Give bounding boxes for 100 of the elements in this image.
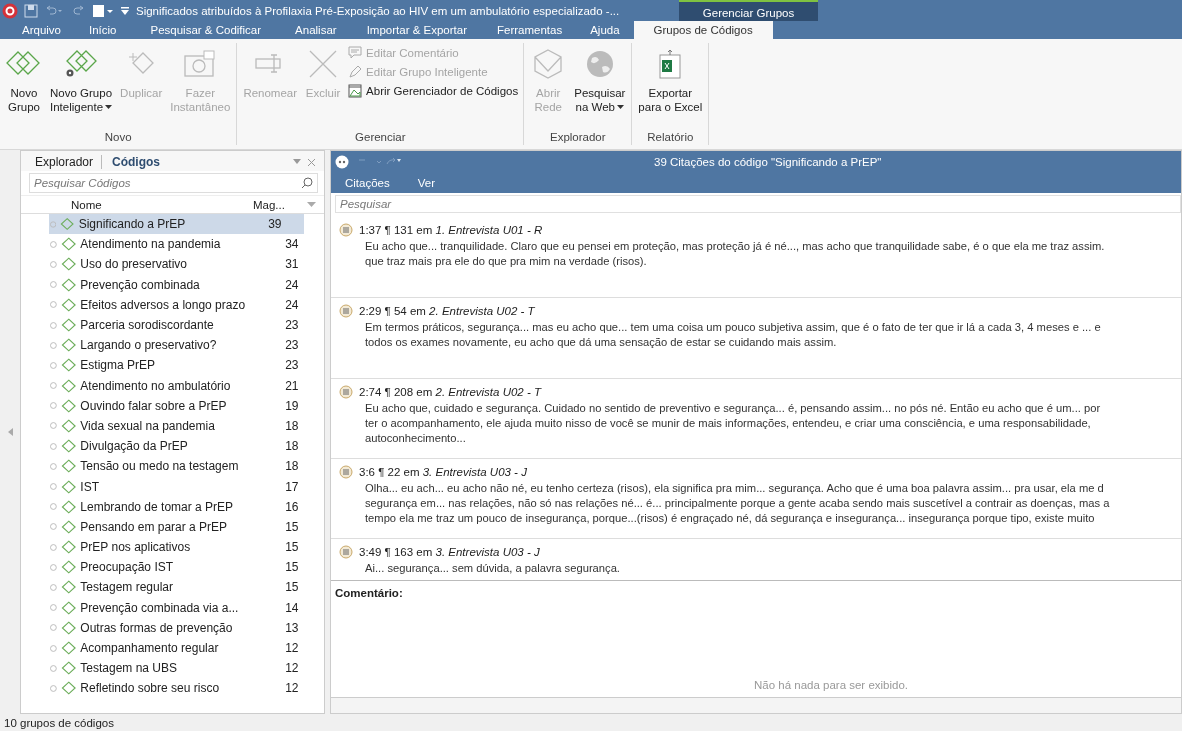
quote-text-line: Eu acho que... tranquilidade. Claro que eu pensei em proteção, mas proteção já é né..., mas acho que tranquilidade sabe, é o que ela me traz assim. <box>364 239 1106 255</box>
code-row[interactable]: Pensando em parar a PrEP 15 <box>21 516 324 537</box>
radio-icon <box>50 462 57 470</box>
menu-tab[interactable]: Pesquisar & Codificar <box>130 21 282 39</box>
code-row[interactable]: Prevenção combinada 24 <box>21 274 324 295</box>
radio-icon <box>50 523 57 531</box>
dropdown-icon[interactable] <box>120 5 130 16</box>
code-row[interactable]: Acompanhamento regular 12 <box>21 637 324 659</box>
ribbon-button[interactable]: Novo Grupo Inteligente <box>47 43 116 131</box>
search-field[interactable]: Pesquisar <box>335 195 1181 214</box>
quote-icon <box>339 385 353 400</box>
code-row[interactable]: Testagem regular 15 <box>21 577 324 598</box>
ribbon-small-button[interactable]: Abrir Gerenciador de Códigos <box>346 83 521 99</box>
code-row[interactable]: Preocupação IST 15 <box>21 557 324 578</box>
document-icon[interactable] <box>92 3 114 18</box>
sort-arrow-icon[interactable] <box>307 201 316 208</box>
radio-icon <box>50 341 57 349</box>
code-row[interactable]: Efeitos adversos a longo prazo 24 <box>21 294 324 315</box>
code-diamond-icon <box>60 338 77 353</box>
code-diamond-icon <box>60 237 77 252</box>
code-row[interactable]: Lembrando de tomar a PrEP 16 <box>21 496 324 517</box>
code-diamond-icon <box>60 318 77 333</box>
code-diamond-icon <box>60 499 77 514</box>
code-row[interactable]: Uso do preservativo 31 <box>21 254 324 275</box>
code-name: Estigma PrEP <box>80 358 157 373</box>
view-tab[interactable]: Citações <box>331 176 404 189</box>
radio-icon <box>50 644 57 652</box>
radio-icon <box>50 483 57 491</box>
code-row[interactable]: PrEP nos aplicativos 15 <box>21 537 324 558</box>
radio-icon <box>50 240 57 248</box>
quote-text-line: autoconhecimento... <box>364 431 467 447</box>
code-count: 13 <box>285 620 300 635</box>
code-count: 15 <box>285 519 300 534</box>
quote-text-line: Eu acho que, cuidado e segurança. Cuidado no sentido de preventivo e segurança... é, pensando assim... no pós né. Então eu acho que é um... por <box>364 401 1102 417</box>
redo-icon[interactable] <box>70 4 86 17</box>
code-row[interactable]: Atendimento na pandemia 34 <box>21 234 324 255</box>
menu-tab[interactable]: Grupos de Códigos <box>633 21 773 39</box>
menu-tab[interactable]: Início <box>75 21 131 39</box>
code-row[interactable]: Prevenção combinada via a... 14 <box>21 597 324 618</box>
code-count: 12 <box>285 681 300 696</box>
close-icon[interactable] <box>307 157 316 167</box>
code-count: 19 <box>285 398 300 413</box>
column-header[interactable]: Mag... <box>253 198 307 211</box>
code-count: 14 <box>285 600 300 615</box>
code-diamond-icon <box>60 641 77 656</box>
quote-logo-icon[interactable] <box>335 154 349 169</box>
quote-reference[interactable]: 1:37 ¶ 131 em 1. Entrevista U01 - R <box>359 224 543 237</box>
code-name: Pensando em parar a PrEP <box>80 519 229 534</box>
code-row[interactable]: Significando a PrEP 39 <box>49 214 304 235</box>
menu-tab[interactable]: Importar & Exportar <box>350 21 483 39</box>
undo-icon[interactable] <box>44 4 64 17</box>
radio-icon <box>50 220 57 228</box>
quote-icon <box>339 304 353 319</box>
code-row[interactable]: Largando o preservativo? 23 <box>21 335 324 356</box>
menu-tab[interactable]: Ferramentas <box>483 21 577 39</box>
ribbon-button[interactable]: Pesquisar na Web <box>571 43 629 131</box>
quote-reference[interactable]: 2:29 ¶ 54 em 2. Entrevista U02 - T <box>359 305 535 318</box>
panel-tab[interactable]: Explorador <box>31 155 103 169</box>
search-field[interactable]: Pesquisar Códigos <box>29 173 318 193</box>
window-icon <box>348 84 363 98</box>
ribbon-button[interactable]: Exportar para o Excel <box>635 43 706 131</box>
code-diamond-icon <box>60 600 77 615</box>
code-diamond-icon <box>60 439 77 454</box>
quote-reference[interactable]: 2:74 ¶ 208 em 2. Entrevista U02 - T <box>359 386 541 399</box>
code-row[interactable]: Outras formas de prevenção 13 <box>21 617 324 638</box>
column-header[interactable]: Nome <box>71 198 253 211</box>
code-row[interactable]: Atendimento no ambulatório 21 <box>21 375 324 396</box>
panel-tab[interactable]: Códigos <box>108 155 165 169</box>
code-diamond-icon <box>60 459 77 474</box>
pin-dropdown-icon[interactable] <box>293 159 301 165</box>
code-row[interactable]: IST 17 <box>21 476 324 497</box>
view-tab[interactable]: Ver <box>403 176 449 189</box>
context-tab-label: Gerenciar Grupos <box>679 0 818 21</box>
radio-icon <box>50 442 57 450</box>
code-diamond-icon <box>60 378 77 393</box>
quote-reference[interactable]: 3:49 ¶ 163 em 3. Entrevista U03 - J <box>359 546 540 559</box>
code-row[interactable]: Vida sexual na pandemia 18 <box>21 415 324 437</box>
ribbon-button[interactable]: Novo Grupo <box>3 43 45 131</box>
code-count: 15 <box>285 540 300 555</box>
menu-tab[interactable]: Analisar <box>281 21 351 39</box>
code-name: Preocupação IST <box>80 560 175 575</box>
quote-text-line: Ai... segurança... sem dúvida, a palavra segurança. <box>364 561 621 577</box>
menu-tab[interactable]: Arquivo <box>8 21 75 39</box>
code-count: 18 <box>285 418 300 433</box>
code-row[interactable]: Ouvindo falar sobre a PrEP 19 <box>21 395 324 416</box>
code-row[interactable]: Divulgação da PrEP 18 <box>21 436 324 457</box>
code-row[interactable]: Parceria sorodiscordante 23 <box>21 314 324 336</box>
menu-tab[interactable]: Ajuda <box>576 21 634 39</box>
code-row[interactable]: Tensão ou medo na testagem 18 <box>21 456 324 477</box>
code-row[interactable]: Estigma PrEP 23 <box>21 355 324 376</box>
code-row[interactable]: Refletindo sobre seu risco 12 <box>21 678 324 699</box>
code-name: Refletindo sobre seu risco <box>80 681 221 696</box>
code-row[interactable]: Testagem na UBS 12 <box>21 658 324 679</box>
code-diamond-icon <box>60 277 77 292</box>
quote-reference[interactable]: 3:6 ¶ 22 em 3. Entrevista U03 - J <box>359 466 527 479</box>
save-icon[interactable] <box>24 3 38 18</box>
app-logo-icon[interactable] <box>2 2 18 19</box>
code-name: Outras formas de prevenção <box>80 620 234 635</box>
code-name: Significando a PrEP <box>78 217 187 232</box>
collapse-arrow-icon[interactable] <box>7 428 13 436</box>
